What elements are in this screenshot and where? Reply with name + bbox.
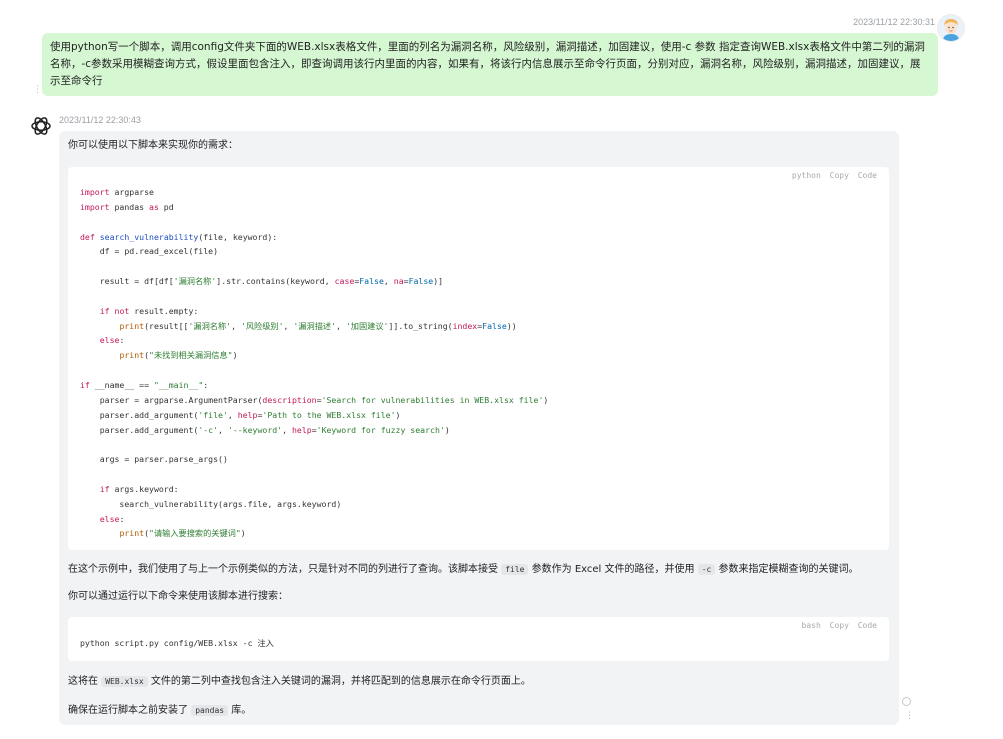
- code-block-header-2: bash Copy Code: [798, 621, 877, 630]
- assistant-logo-icon: [30, 115, 52, 137]
- scroll-indicator-icon[interactable]: [902, 697, 911, 706]
- bash-command: python script.py config/WEB.xlsx -c 注入: [80, 638, 274, 648]
- assistant-message-more-icon[interactable]: ⋮: [905, 712, 914, 721]
- code-line: else:: [99, 513, 125, 524]
- inline-code-c-flag: -c: [697, 564, 716, 575]
- code-line: parser = argparse.ArgumentParser(descrip…: [80, 394, 549, 405]
- bash-code-block: bash Copy Code python script.py config/W…: [68, 617, 889, 661]
- code-line: else:: [99, 335, 125, 346]
- code-line: import pandas as pd: [80, 201, 174, 212]
- code-line: def search_vulnerability(file, keyword):: [80, 231, 278, 242]
- assistant-message-panel: 你可以使用以下脚本来实现你的需求： python Copy Code impor…: [59, 131, 899, 725]
- code-line: ​: [80, 467, 548, 482]
- python-code-block: python Copy Code import argparse import p…: [68, 167, 889, 550]
- code-line: parser.add_argument('-c', '--keyword', h…: [80, 424, 450, 435]
- code-line: print("未找到相关漏洞信息"): [119, 350, 238, 361]
- code-line: import argparse: [80, 187, 154, 197]
- code-line: if __name__ == "__main__":: [80, 379, 209, 390]
- assistant-message-timestamp: 2023/11/12 22:30:43: [59, 115, 141, 125]
- code-label-2: Code: [857, 621, 877, 630]
- user-avatar[interactable]: [937, 14, 965, 42]
- code-line: if args.keyword:: [99, 483, 179, 494]
- copy-code-button[interactable]: Copy: [830, 171, 849, 180]
- inline-code-file: file: [501, 564, 529, 575]
- user-avatar-icon: [938, 15, 964, 41]
- code-line: print(result[['漏洞名称', '风险级别', '漏洞描述', '加…: [119, 320, 517, 331]
- code-line: print("请输入要搜索的关键词"): [119, 528, 246, 539]
- code-line: ​: [80, 437, 548, 452]
- code-line: args = parser.parse_args(): [80, 454, 228, 465]
- code-line: if not result.empty:: [99, 305, 199, 316]
- user-message-more-icon[interactable]: ⋮: [33, 86, 42, 95]
- user-message-bubble: 使用python写一个脚本，调用config文件夹下面的WEB.xlsx表格文件…: [42, 33, 938, 96]
- inline-code-web-xlsx: WEB.xlsx: [101, 676, 148, 687]
- code-line: search_vulnerability(args.file, args.key…: [80, 498, 342, 509]
- user-message-timestamp: 2023/11/12 22:30:31: [853, 17, 935, 27]
- code-line: ​: [80, 259, 548, 274]
- code-language-label: python: [791, 171, 821, 180]
- code-language-label-2: bash: [801, 621, 821, 630]
- code-line: result = df[df['漏洞名称'].str.contains(keyw…: [80, 276, 444, 287]
- code-line: parser.add_argument('file', help='Path t…: [80, 409, 401, 420]
- inline-code-pandas: pandas: [191, 705, 229, 716]
- code-label: Code: [857, 171, 877, 180]
- python-code-content: import argparseimport pandas as pd​def s…: [80, 185, 548, 541]
- code-line: ​: [80, 215, 548, 230]
- code-line: ​: [80, 289, 548, 304]
- explanation-paragraph-4: 确保在运行脚本之前安装了 pandas 库。: [68, 705, 252, 716]
- assistant-intro: 你可以使用以下脚本来实现你的需求：: [68, 140, 238, 151]
- copy-code-button-2[interactable]: Copy: [830, 621, 849, 630]
- code-line: df = pd.read_excel(file): [80, 246, 219, 257]
- explanation-paragraph-2: 你可以通过运行以下命令来使用该脚本进行搜索：: [68, 591, 288, 602]
- code-line: ​: [80, 363, 548, 378]
- explanation-paragraph-1: 在这个示例中，我们使用了与上一个示例类似的方法，只是针对不同的列进行了查询。该脚…: [68, 564, 859, 575]
- code-block-header: python Copy Code: [788, 171, 877, 180]
- explanation-paragraph-3: 这将在 WEB.xlsx 文件的第二列中查找包含注入关键词的漏洞，并将匹配到的信…: [68, 676, 531, 687]
